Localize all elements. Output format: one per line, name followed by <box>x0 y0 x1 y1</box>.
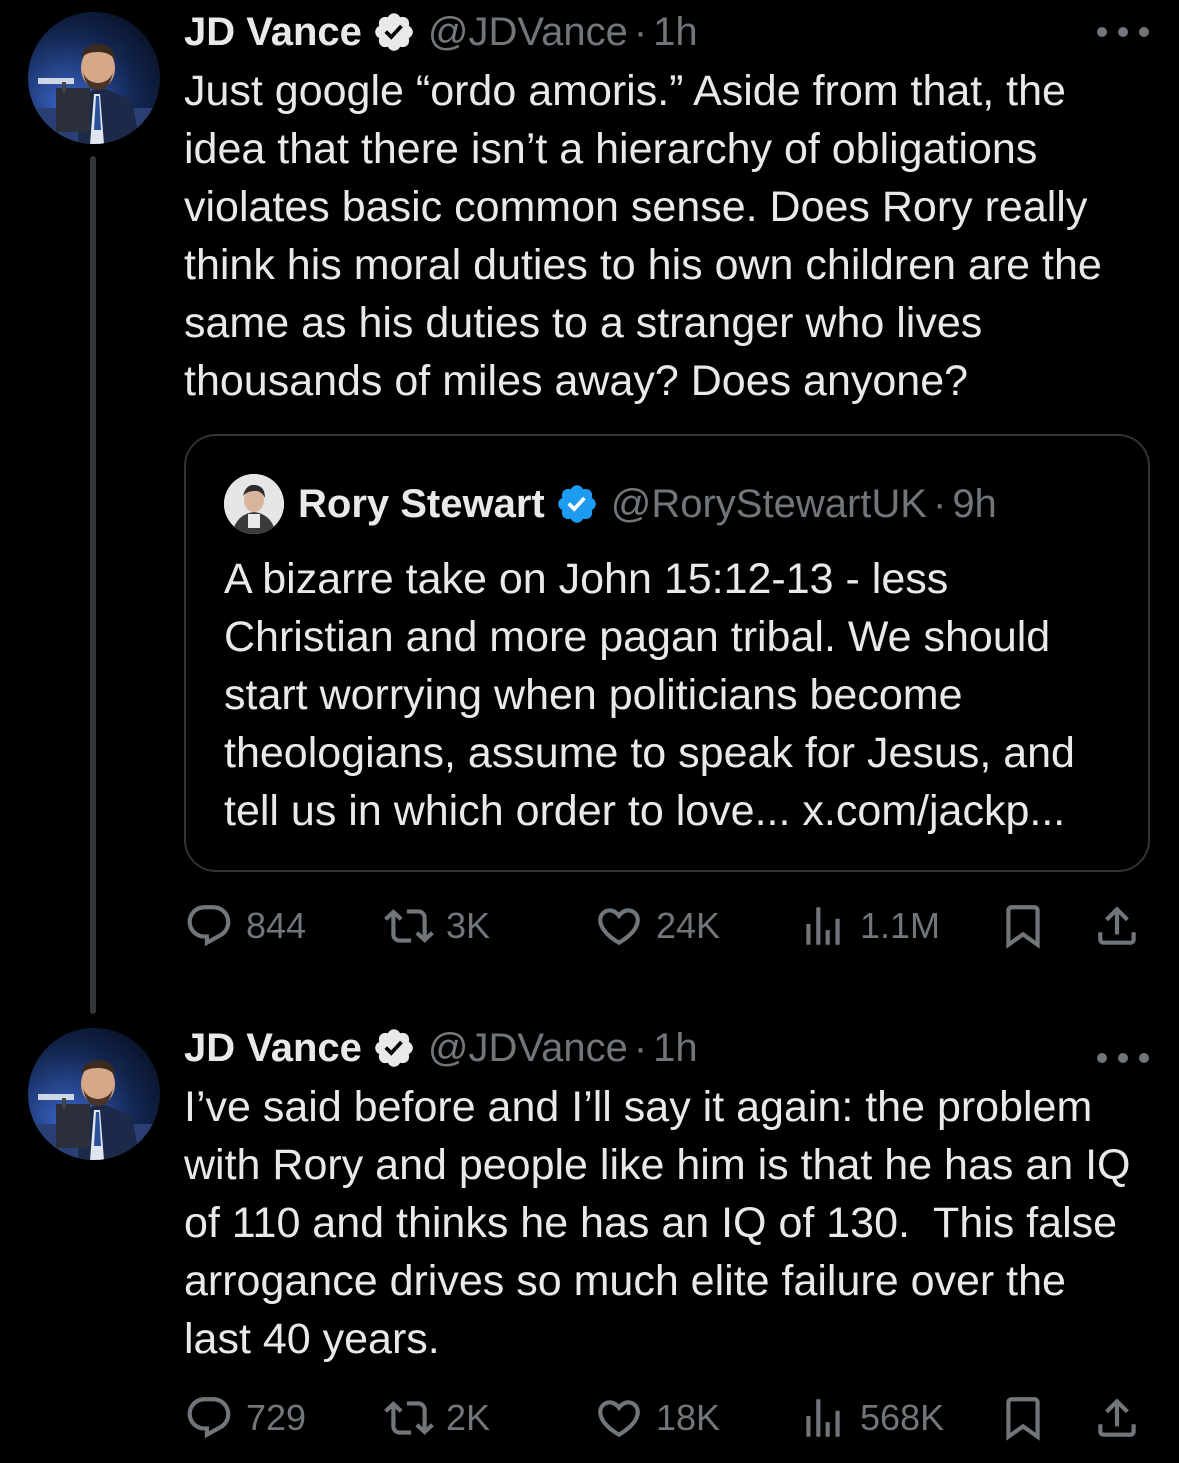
author-handle[interactable]: @JDVance <box>428 1026 628 1071</box>
share-button[interactable] <box>1092 1388 1142 1448</box>
like-count: 18K <box>656 1397 721 1438</box>
like-icon <box>598 1400 640 1438</box>
verified-badge-icon <box>555 482 599 526</box>
reply-button[interactable]: 729 <box>184 1388 306 1448</box>
tweet-header: JD Vance @JDVance · 1h <box>184 2 698 62</box>
quote-text: A bizarre take on John 15:12-13 - less C… <box>224 555 1075 835</box>
repost-count: 3K <box>446 905 491 946</box>
verified-badge-icon <box>372 10 416 54</box>
quote-timestamp: 9h <box>952 481 997 526</box>
timestamp[interactable]: 1h <box>653 10 698 55</box>
bookmark-button[interactable] <box>998 896 1048 956</box>
tweet-text: Just google “ordo amoris.” Aside from th… <box>184 67 1114 405</box>
reply-icon <box>187 1397 231 1439</box>
share-button[interactable] <box>1092 896 1142 956</box>
view-count: 568K <box>860 1397 945 1438</box>
bookmark-button[interactable] <box>998 1388 1048 1448</box>
reply-count: 729 <box>246 1397 307 1438</box>
share-icon <box>1098 906 1136 945</box>
repost-icon <box>384 1401 434 1435</box>
author-handle[interactable]: @JDVance <box>428 10 628 55</box>
separator: · <box>633 1025 648 1070</box>
avatar[interactable] <box>28 1028 160 1160</box>
views-icon <box>806 907 840 945</box>
author-name[interactable]: JD Vance <box>184 10 362 55</box>
separator: · <box>633 9 648 54</box>
quoted-tweet[interactable]: Rory Stewart @RoryStewartUK · 9h A bizar… <box>184 434 1150 872</box>
tweet-text: I’ve said before and I’ll say it again: … <box>184 1083 1143 1363</box>
bookmark-icon <box>1006 905 1040 949</box>
reply-button[interactable]: 844 <box>184 896 306 956</box>
share-icon <box>1098 1398 1136 1437</box>
quote-author-handle: @RoryStewartUK <box>610 481 927 526</box>
tweet[interactable]: JD Vance @JDVance · 1h Just google “ordo… <box>0 0 1179 1014</box>
thread-line <box>90 156 96 1014</box>
more-options-icon[interactable] <box>1097 22 1149 42</box>
more-options-icon[interactable] <box>1097 1048 1149 1068</box>
view-count: 1.1M <box>860 905 941 946</box>
repost-button[interactable]: 3K <box>384 896 490 956</box>
reply-icon <box>187 905 231 947</box>
like-icon <box>598 908 640 946</box>
like-button[interactable]: 18K <box>594 1388 720 1448</box>
views-button[interactable]: 1.1M <box>798 896 940 956</box>
quote-header: Rory Stewart @RoryStewartUK · 9h <box>224 474 997 534</box>
repost-button[interactable]: 2K <box>384 1388 490 1448</box>
like-count: 24K <box>656 905 721 946</box>
timestamp[interactable]: 1h <box>653 1026 698 1071</box>
tweet[interactable]: JD Vance @JDVance · 1h I’ve said before … <box>0 1010 1179 1463</box>
repost-icon <box>384 909 434 943</box>
tweet-header: JD Vance @JDVance · 1h <box>184 1018 698 1078</box>
verified-badge-icon <box>372 1026 416 1070</box>
bookmark-icon <box>1006 1397 1040 1441</box>
like-button[interactable]: 24K <box>594 896 720 956</box>
reply-count: 844 <box>246 905 307 946</box>
action-bar: 844 3K 24K 1.1M <box>184 896 1150 956</box>
repost-count: 2K <box>446 1397 491 1438</box>
author-name[interactable]: JD Vance <box>184 1026 362 1071</box>
action-bar: 729 2K 18K 568K <box>184 1388 1150 1448</box>
separator: · <box>932 481 947 526</box>
avatar[interactable] <box>28 12 160 144</box>
views-button[interactable]: 568K <box>798 1388 944 1448</box>
views-icon <box>806 1399 840 1437</box>
quote-author-name: Rory Stewart <box>298 481 545 526</box>
quote-avatar <box>224 474 284 534</box>
